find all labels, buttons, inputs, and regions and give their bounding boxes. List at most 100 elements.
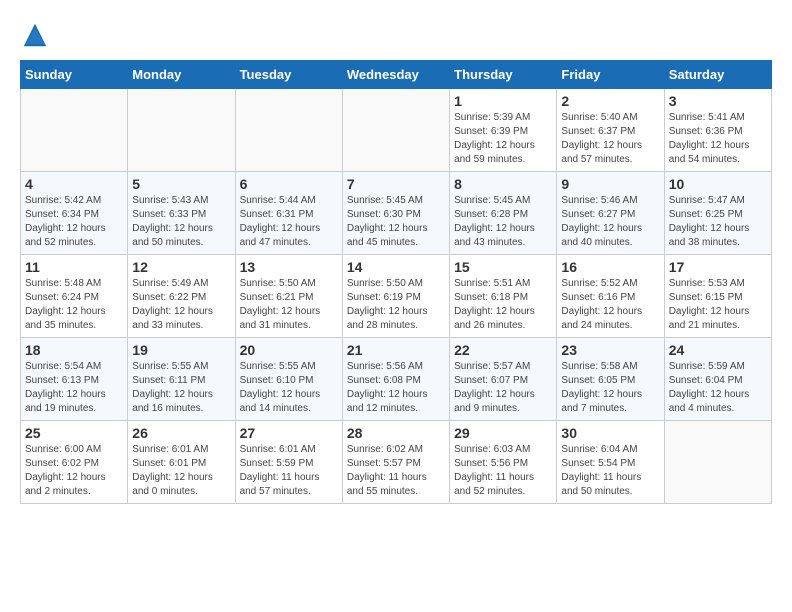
calendar-cell — [342, 89, 449, 172]
calendar-cell: 29 Sunrise: 6:03 AMSunset: 5:56 PMDayligh… — [450, 421, 557, 504]
day-info: Sunrise: 5:55 AMSunset: 6:10 PMDaylight:… — [240, 360, 338, 416]
day-number: 15 — [454, 259, 552, 275]
day-number: 2 — [561, 93, 659, 109]
calendar-table: SundayMondayTuesdayWednesdayThursdayFrid… — [20, 60, 772, 504]
day-number: 23 — [561, 342, 659, 358]
logo-icon — [20, 20, 50, 50]
day-info: Sunrise: 5:41 AMSunset: 6:36 PMDaylight:… — [669, 111, 767, 167]
weekday-header: Friday — [557, 61, 664, 89]
calendar-cell: 10 Sunrise: 5:47 AMSunset: 6:25 PMDayligh… — [664, 172, 771, 255]
weekday-header: Tuesday — [235, 61, 342, 89]
day-number: 14 — [347, 259, 445, 275]
day-number: 24 — [669, 342, 767, 358]
calendar-cell: 9 Sunrise: 5:46 AMSunset: 6:27 PMDaylight… — [557, 172, 664, 255]
calendar-cell: 30 Sunrise: 6:04 AMSunset: 5:54 PMDayligh… — [557, 421, 664, 504]
day-info: Sunrise: 5:57 AMSunset: 6:07 PMDaylight:… — [454, 360, 552, 416]
day-info: Sunrise: 5:39 AMSunset: 6:39 PMDaylight:… — [454, 111, 552, 167]
calendar-week-row: 11 Sunrise: 5:48 AMSunset: 6:24 PMDayligh… — [21, 255, 772, 338]
page-header — [20, 20, 772, 50]
day-info: Sunrise: 5:59 AMSunset: 6:04 PMDaylight:… — [669, 360, 767, 416]
day-number: 30 — [561, 425, 659, 441]
calendar-cell: 18 Sunrise: 5:54 AMSunset: 6:13 PMDayligh… — [21, 338, 128, 421]
calendar-cell: 27 Sunrise: 6:01 AMSunset: 5:59 PMDayligh… — [235, 421, 342, 504]
day-info: Sunrise: 5:45 AMSunset: 6:30 PMDaylight:… — [347, 194, 445, 250]
calendar-cell: 8 Sunrise: 5:45 AMSunset: 6:28 PMDaylight… — [450, 172, 557, 255]
calendar-cell — [664, 421, 771, 504]
day-info: Sunrise: 5:54 AMSunset: 6:13 PMDaylight:… — [25, 360, 123, 416]
day-number: 21 — [347, 342, 445, 358]
day-info: Sunrise: 5:50 AMSunset: 6:21 PMDaylight:… — [240, 277, 338, 333]
day-info: Sunrise: 5:56 AMSunset: 6:08 PMDaylight:… — [347, 360, 445, 416]
calendar-cell: 5Sunrise: 5:43 AMSunset: 6:33 PMDaylight… — [128, 172, 235, 255]
day-number: 17 — [669, 259, 767, 275]
day-info: Sunrise: 5:47 AMSunset: 6:25 PMDaylight:… — [669, 194, 767, 250]
calendar-cell: 3 Sunrise: 5:41 AMSunset: 6:36 PMDaylight… — [664, 89, 771, 172]
day-info: Sunrise: 5:50 AMSunset: 6:19 PMDaylight:… — [347, 277, 445, 333]
day-info: Sunrise: 5:58 AMSunset: 6:05 PMDaylight:… — [561, 360, 659, 416]
day-info: Sunrise: 5:46 AMSunset: 6:27 PMDaylight:… — [561, 194, 659, 250]
day-info: Sunrise: 6:02 AMSunset: 5:57 PMDaylight:… — [347, 443, 445, 499]
day-info: Sunrise: 5:55 AMSunset: 6:11 PMDaylight:… — [132, 360, 230, 416]
calendar-week-row: 25 Sunrise: 6:00 AMSunset: 6:02 PMDayligh… — [21, 421, 772, 504]
day-number: 16 — [561, 259, 659, 275]
day-info: Sunrise: 5:44 AMSunset: 6:31 PMDaylight:… — [240, 194, 338, 250]
calendar-week-row: 18 Sunrise: 5:54 AMSunset: 6:13 PMDayligh… — [21, 338, 772, 421]
day-info: Sunrise: 5:48 AMSunset: 6:24 PMDaylight:… — [25, 277, 123, 333]
calendar-cell: 25 Sunrise: 6:00 AMSunset: 6:02 PMDayligh… — [21, 421, 128, 504]
day-info: Sunrise: 5:45 AMSunset: 6:28 PMDaylight:… — [454, 194, 552, 250]
day-number: 22 — [454, 342, 552, 358]
calendar-cell: 23 Sunrise: 5:58 AMSunset: 6:05 PMDayligh… — [557, 338, 664, 421]
day-number: 4 — [25, 176, 123, 192]
calendar-week-row: 4 Sunrise: 5:42 AMSunset: 6:34 PMDaylight… — [21, 172, 772, 255]
weekday-header: Sunday — [21, 61, 128, 89]
day-info: Sunrise: 6:01 AMSunset: 5:59 PMDaylight:… — [240, 443, 338, 499]
calendar-cell: 19 Sunrise: 5:55 AMSunset: 6:11 PMDayligh… — [128, 338, 235, 421]
day-number: 10 — [669, 176, 767, 192]
calendar-cell: 21 Sunrise: 5:56 AMSunset: 6:08 PMDayligh… — [342, 338, 449, 421]
weekday-header: Saturday — [664, 61, 771, 89]
day-number: 3 — [669, 93, 767, 109]
day-number: 8 — [454, 176, 552, 192]
day-number: 25 — [25, 425, 123, 441]
calendar-cell: 2Sunrise: 5:40 AMSunset: 6:37 PMDaylight… — [557, 89, 664, 172]
day-number: 12 — [132, 259, 230, 275]
calendar-cell: 28 Sunrise: 6:02 AMSunset: 5:57 PMDayligh… — [342, 421, 449, 504]
day-number: 26 — [132, 425, 230, 441]
calendar-cell: 24 Sunrise: 5:59 AMSunset: 6:04 PMDayligh… — [664, 338, 771, 421]
weekday-header: Wednesday — [342, 61, 449, 89]
day-number: 19 — [132, 342, 230, 358]
day-info: Sunrise: 6:03 AMSunset: 5:56 PMDaylight:… — [454, 443, 552, 499]
calendar-cell: 6 Sunrise: 5:44 AMSunset: 6:31 PMDaylight… — [235, 172, 342, 255]
weekday-header: Thursday — [450, 61, 557, 89]
weekday-header: Monday — [128, 61, 235, 89]
day-number: 5 — [132, 176, 230, 192]
day-info: Sunrise: 6:00 AMSunset: 6:02 PMDaylight:… — [25, 443, 123, 499]
calendar-cell — [21, 89, 128, 172]
day-number: 9 — [561, 176, 659, 192]
calendar-cell — [235, 89, 342, 172]
day-number: 29 — [454, 425, 552, 441]
day-info: Sunrise: 5:53 AMSunset: 6:15 PMDaylight:… — [669, 277, 767, 333]
day-info: Sunrise: 5:51 AMSunset: 6:18 PMDaylight:… — [454, 277, 552, 333]
day-number: 13 — [240, 259, 338, 275]
day-info: Sunrise: 5:49 AMSunset: 6:22 PMDaylight:… — [132, 277, 230, 333]
calendar-week-row: 1Sunrise: 5:39 AMSunset: 6:39 PMDaylight… — [21, 89, 772, 172]
calendar-cell: 15 Sunrise: 5:51 AMSunset: 6:18 PMDayligh… — [450, 255, 557, 338]
calendar-cell: 20 Sunrise: 5:55 AMSunset: 6:10 PMDayligh… — [235, 338, 342, 421]
calendar-cell: 12 Sunrise: 5:49 AMSunset: 6:22 PMDayligh… — [128, 255, 235, 338]
day-info: Sunrise: 6:04 AMSunset: 5:54 PMDaylight:… — [561, 443, 659, 499]
weekday-header-row: SundayMondayTuesdayWednesdayThursdayFrid… — [21, 61, 772, 89]
day-info: Sunrise: 5:42 AMSunset: 6:34 PMDaylight:… — [25, 194, 123, 250]
day-number: 20 — [240, 342, 338, 358]
day-info: Sunrise: 5:52 AMSunset: 6:16 PMDaylight:… — [561, 277, 659, 333]
day-number: 11 — [25, 259, 123, 275]
day-number: 18 — [25, 342, 123, 358]
logo — [20, 20, 54, 50]
calendar-cell: 4 Sunrise: 5:42 AMSunset: 6:34 PMDaylight… — [21, 172, 128, 255]
calendar-cell: 1Sunrise: 5:39 AMSunset: 6:39 PMDaylight… — [450, 89, 557, 172]
day-number: 27 — [240, 425, 338, 441]
day-number: 6 — [240, 176, 338, 192]
day-number: 28 — [347, 425, 445, 441]
day-info: Sunrise: 6:01 AMSunset: 6:01 PMDaylight:… — [132, 443, 230, 499]
calendar-cell: 16 Sunrise: 5:52 AMSunset: 6:16 PMDayligh… — [557, 255, 664, 338]
